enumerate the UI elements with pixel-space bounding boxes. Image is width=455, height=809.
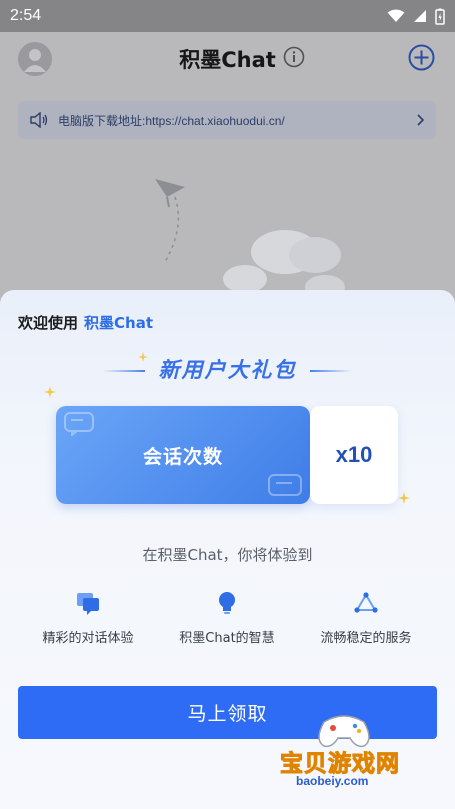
chat-bubble-decoration-icon — [64, 412, 94, 436]
chat-bubble-decoration-icon — [268, 474, 302, 496]
feature-item: 流畅稳定的服务 — [291, 590, 441, 646]
notice-text: 电脑版下载地址:https://chat.xiaohuodui.cn/ — [58, 113, 285, 128]
title-divider-right — [310, 370, 352, 372]
top-bar: 积墨Chat — [0, 32, 455, 84]
coupon-count: x10 — [335, 442, 373, 467]
coupon-label: 会话次数 — [142, 445, 223, 468]
chat-bubbles-icon — [77, 593, 99, 615]
welcome-brand: 积墨Chat — [84, 314, 153, 332]
empty-state-illustration — [155, 179, 345, 292]
feature-item: 精彩的对话体验 — [13, 590, 163, 646]
feature-item: 积墨Chat的智慧 — [152, 590, 302, 646]
watermark-logo: 宝贝游戏网 baobeiy.com — [278, 710, 428, 805]
gift-title: 新用户大礼包 — [158, 358, 297, 382]
speaker-icon — [30, 112, 48, 128]
sparkle-icon — [44, 386, 56, 398]
feature-list: 精彩的对话体验 积墨Chat的智慧 流畅稳定的服务 — [0, 590, 455, 650]
lightbulb-icon — [219, 592, 235, 614]
sparkle-icon — [398, 492, 410, 504]
battery-icon — [435, 8, 445, 25]
new-user-gift-sheet: 欢迎使用 积墨Chat 新用户大礼包 会话次数 x10 在积墨Chat，你将体验到… — [0, 290, 455, 809]
download-notice[interactable]: 电脑版下载地址:https://chat.xiaohuodui.cn/ — [18, 101, 436, 139]
feature-label: 精彩的对话体验 — [42, 631, 134, 646]
watermark-url: baobeiy.com — [296, 774, 369, 788]
sparkle-icon — [138, 352, 148, 362]
add-icon[interactable] — [408, 44, 435, 71]
experience-text: 在积墨Chat，你将体验到 — [142, 546, 313, 564]
status-time: 2:54 — [10, 7, 42, 24]
signal-icon — [414, 10, 426, 22]
welcome-heading: 欢迎使用 积墨Chat — [18, 312, 153, 333]
info-icon[interactable] — [283, 46, 305, 68]
chevron-right-icon — [417, 114, 424, 126]
feature-label: 积墨Chat的智慧 — [179, 631, 275, 646]
coupon-session-count: 会话次数 — [56, 406, 310, 504]
feature-label: 流畅稳定的服务 — [320, 631, 412, 646]
coupon-count-panel: x10 — [310, 406, 398, 504]
status-bar: 2:54 — [0, 0, 455, 32]
watermark-text: 宝贝游戏网 — [280, 751, 400, 778]
page-title: 积墨Chat — [179, 48, 276, 72]
triangle-network-icon — [354, 592, 378, 613]
welcome-prefix: 欢迎使用 — [18, 314, 79, 332]
status-icons — [387, 8, 445, 25]
wifi-icon — [387, 9, 405, 22]
